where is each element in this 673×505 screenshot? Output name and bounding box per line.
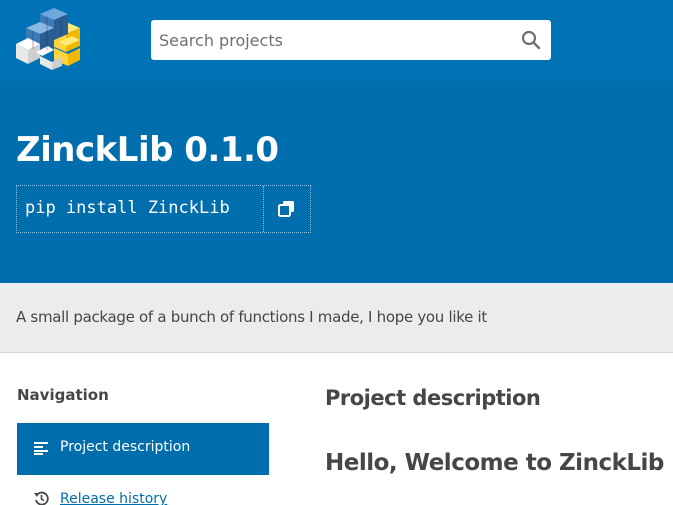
search-input[interactable] (151, 20, 511, 60)
package-summary-band: A small package of a bunch of functions … (0, 283, 673, 353)
main-content: Navigation Project description Release h… (0, 354, 673, 505)
pip-command-box: pip install ZinckLib (16, 185, 311, 233)
pip-command-text: pip install ZinckLib (25, 198, 230, 218)
readme-heading: Hello, Welcome to ZinckLib (325, 450, 664, 476)
package-header-banner (0, 81, 673, 283)
package-summary: A small package of a bunch of functions … (16, 308, 487, 326)
nav-item-project-description[interactable]: Project description (17, 423, 269, 475)
project-description-heading: Project description (325, 386, 541, 410)
nav-item-label: Release history (60, 491, 168, 505)
align-left-icon (34, 442, 48, 455)
top-navbar (0, 0, 673, 81)
search-box[interactable] (151, 20, 551, 60)
copy-button[interactable] (264, 186, 310, 232)
pypi-logo-icon[interactable] (14, 8, 84, 70)
navigation-heading: Navigation (17, 386, 109, 404)
search-icon[interactable] (521, 30, 541, 50)
nav-item-release-history[interactable]: Release history (17, 485, 269, 505)
package-title: ZinckLib 0.1.0 (16, 130, 279, 170)
history-icon (34, 491, 49, 505)
copy-icon (278, 201, 294, 217)
nav-item-label: Project description (60, 439, 191, 455)
